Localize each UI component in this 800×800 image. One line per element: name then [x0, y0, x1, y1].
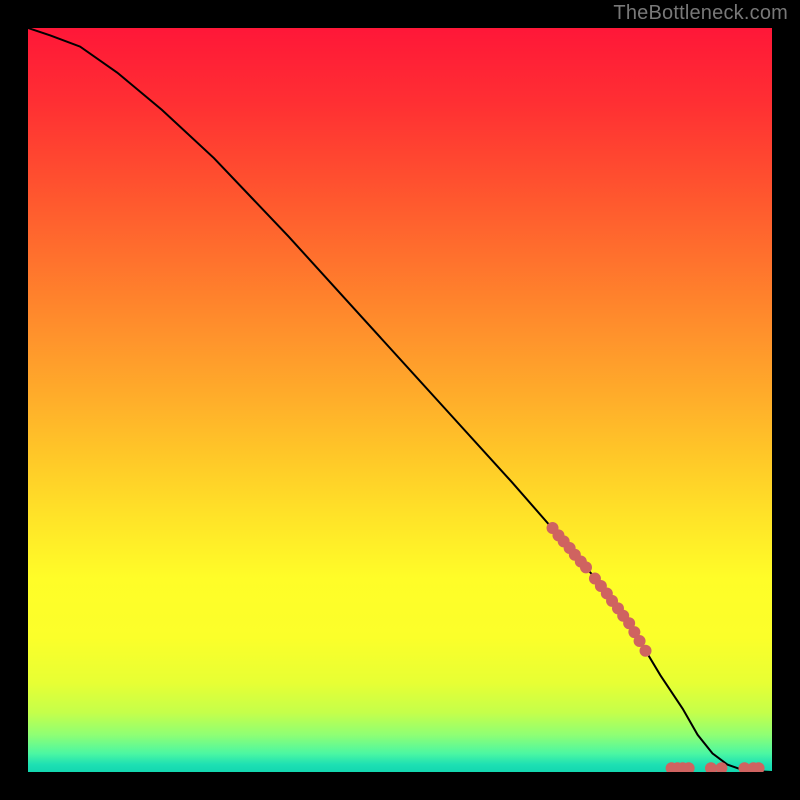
data-marker	[580, 561, 592, 573]
chart-svg	[28, 28, 772, 772]
plot-background	[28, 28, 772, 772]
chart-container: TheBottleneck.com	[0, 0, 800, 800]
data-marker	[640, 645, 652, 657]
attribution-label: TheBottleneck.com	[613, 2, 788, 25]
